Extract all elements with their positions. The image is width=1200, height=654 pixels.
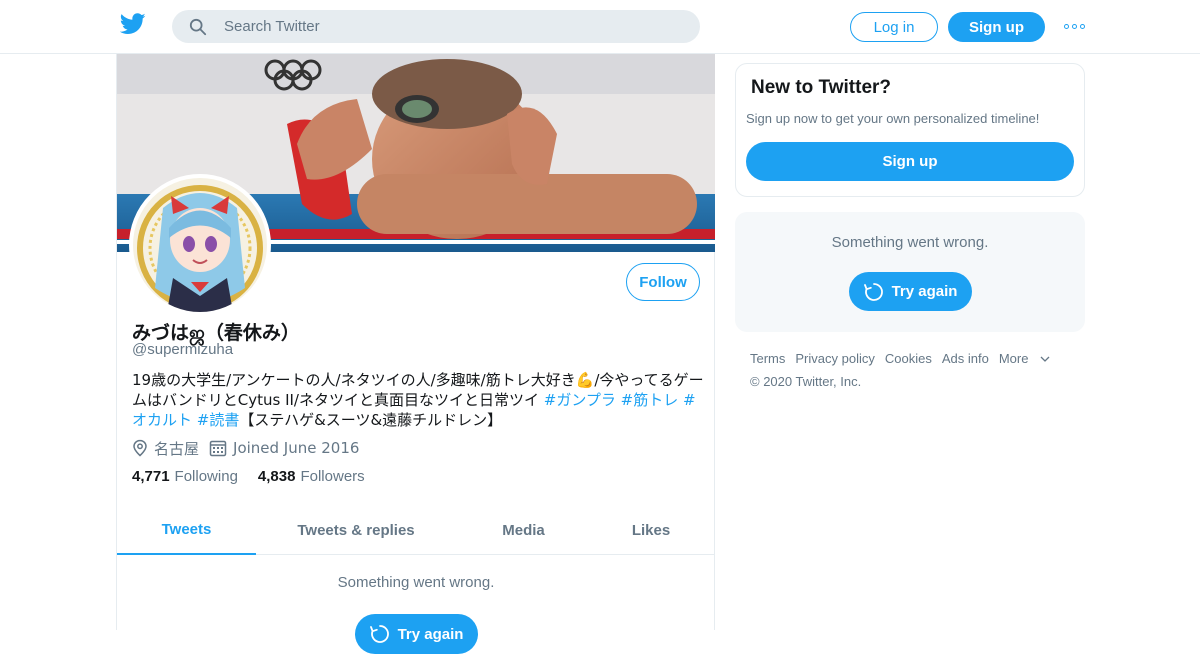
follow-button[interactable]: Follow [626,263,700,301]
profile-column: Follow みづはஜ（春休み） @supermizuha 19歳の大学生/アン… [116,54,715,654]
timeline-try-again-label: Try again [397,625,464,643]
new-to-twitter-title: New to Twitter? [751,77,892,98]
search-input[interactable] [222,10,682,43]
footer-copyright: © 2020 Twitter, Inc. [750,374,862,389]
following-stat[interactable]: 4,771 Following [132,468,238,485]
following-label: Following [174,468,238,485]
profile-location: 名古屋 [154,439,200,458]
avatar-image [133,178,267,312]
footer-link-terms[interactable]: Terms [750,351,785,366]
top-navigation-bar: Log in Sign up [0,0,1200,54]
more-dots-icon[interactable] [1064,20,1086,32]
footer-link-cookies[interactable]: Cookies [885,351,932,366]
timeline-try-again-button[interactable]: Try again [355,614,478,654]
footer-link-more[interactable]: More [999,351,1051,366]
profile-joined-date: Joined June 2016 [233,439,360,457]
sidebar-error-message: Something went wrong. [831,234,989,251]
calendar-icon [209,440,227,457]
signup-button[interactable]: Sign up [948,12,1045,42]
footer: Terms Privacy policy Cookies Ads info Mo… [750,351,1090,389]
profile-handle[interactable]: @supermizuha [132,341,233,358]
sidebar-error-card: Something went wrong. Try again [735,212,1085,332]
hashtag-link[interactable]: #筋トレ [621,391,679,409]
tab-tweets-replies[interactable]: Tweets & replies [256,506,456,554]
location-pin-icon [133,439,147,457]
footer-link-ads-info[interactable]: Ads info [942,351,989,366]
followers-stat[interactable]: 4,838 Followers [258,468,365,485]
new-to-twitter-subtitle: Sign up now to get your own personalized… [746,111,1040,126]
sidebar-try-again-label: Try again [891,283,958,300]
timeline-error-message: Something went wrong. [337,574,495,591]
login-button[interactable]: Log in [850,12,938,42]
hashtag-link[interactable]: #読書 [197,411,240,429]
chevron-down-icon [1040,356,1050,362]
profile-bio: 19歳の大学生/アンケートの人/ネタツイの人/多趣味/筋トレ大好き💪/今やってる… [132,370,707,430]
profile-tabs: Tweets Tweets & replies Media Likes [117,506,715,555]
search-bar[interactable] [172,10,700,43]
profile-stats: 4,771 Following 4,838 Followers [132,468,385,485]
new-to-twitter-card: New to Twitter? Sign up now to get your … [735,63,1085,197]
footer-more-label: More [998,351,1029,366]
followers-count: 4,838 [257,468,296,485]
sidebar-try-again-button[interactable]: Try again [849,272,972,311]
refresh-icon [863,282,883,301]
footer-link-privacy[interactable]: Privacy policy [795,351,874,366]
hashtag-link[interactable]: #ガンプラ [544,391,616,409]
profile-meta: 名古屋 Joined June 2016 [132,438,369,458]
followers-label: Followers [300,468,365,485]
tab-media[interactable]: Media [456,506,591,554]
sidebar-signup-button[interactable]: Sign up [746,142,1074,181]
bio-text: 【ステハゲ&スーツ&遠藤チルドレン】 [239,411,503,429]
twitter-bird-icon[interactable] [120,13,146,35]
search-icon [189,18,207,36]
bio-text: 19歳の大学生/アンケートの人/ネタツイの人/多趣味/筋トレ大好き💪/今やってる… [132,371,704,409]
tab-tweets[interactable]: Tweets [117,506,256,555]
tab-likes[interactable]: Likes [591,506,711,554]
profile-avatar[interactable] [129,174,271,316]
following-count: 4,771 [132,468,170,485]
refresh-icon [369,625,389,643]
